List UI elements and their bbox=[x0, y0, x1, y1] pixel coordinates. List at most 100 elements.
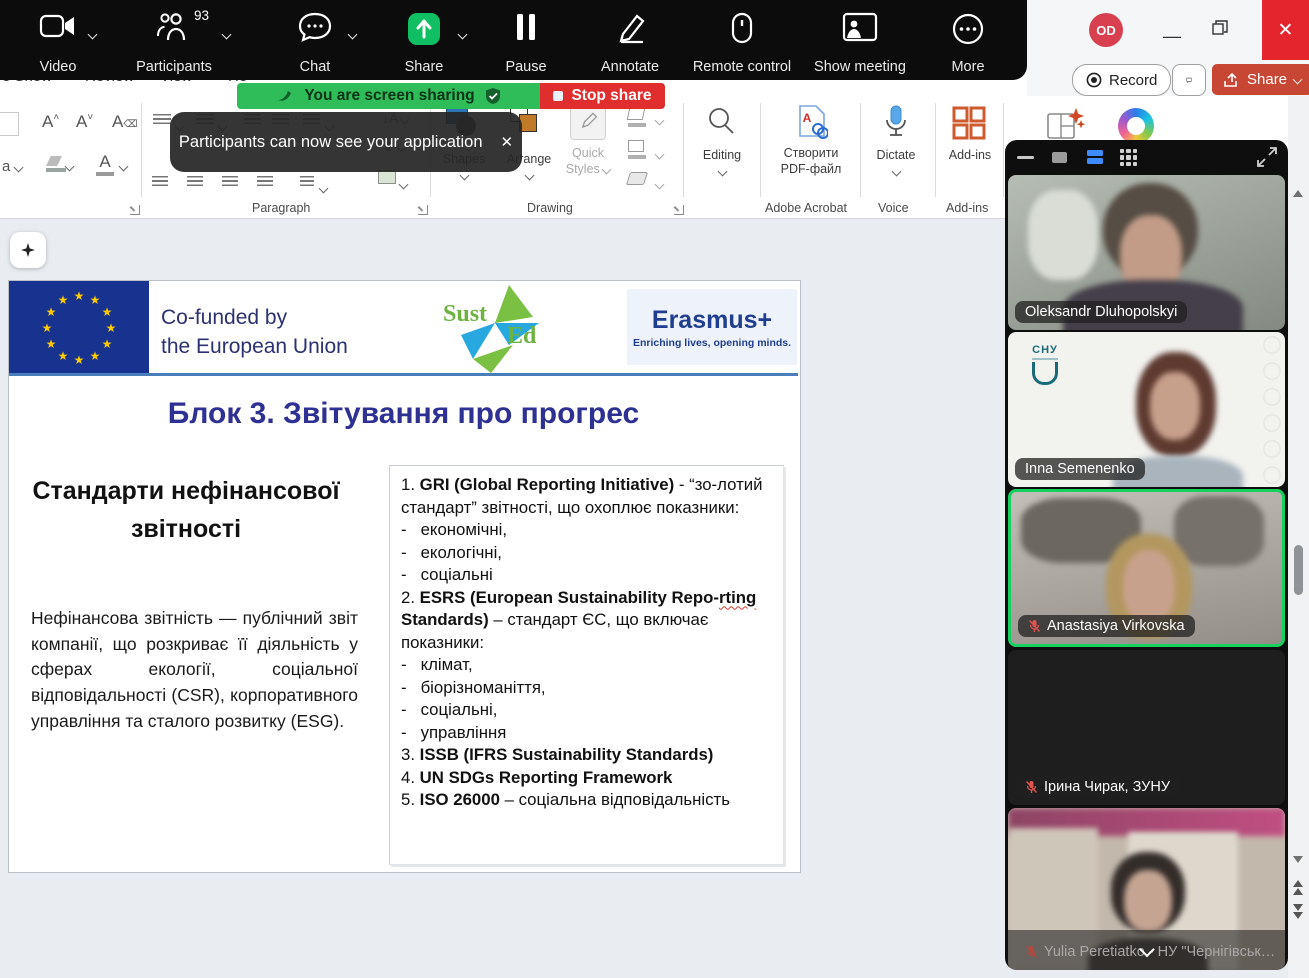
chat-button[interactable]: Chat bbox=[272, 0, 358, 80]
video-button[interactable]: Video bbox=[18, 0, 98, 80]
list-item: - біорізноманіття, bbox=[401, 677, 772, 700]
group-voice: Voice bbox=[878, 201, 909, 215]
font-color-chevron[interactable] bbox=[120, 158, 127, 176]
toast-close-icon[interactable]: ✕ bbox=[501, 133, 514, 151]
svg-text:★: ★ bbox=[102, 337, 113, 351]
slide-title: Блок 3. Звітування про прогрес bbox=[9, 397, 798, 431]
erasmus-logo: Erasmus+ Enriching lives, opening minds. bbox=[627, 289, 797, 365]
clear-formatting-button[interactable]: A⌫ bbox=[112, 112, 137, 132]
video-tile[interactable]: Oleksandr Dluhopolskyi bbox=[1008, 175, 1285, 330]
screen: e Show Review View He A˄ A˅ A⌫ a A ↓A ⇕ … bbox=[0, 0, 1309, 978]
list-item: 1. GRI (Global Reporting Initiative) - “… bbox=[401, 474, 772, 519]
quick-styles-button[interactable]: Quick Styles bbox=[556, 146, 620, 177]
scrollbar-thumb[interactable] bbox=[1294, 545, 1303, 595]
scroll-down-arrow[interactable] bbox=[1293, 856, 1303, 863]
video-camera-icon bbox=[39, 12, 77, 40]
remote-control-button[interactable]: Remote control bbox=[684, 0, 800, 80]
group-addins: Add-ins bbox=[946, 201, 988, 215]
highlight-chevron[interactable] bbox=[66, 158, 73, 176]
show-meeting-button[interactable]: Show meeting bbox=[806, 0, 914, 80]
expand-panel-icon[interactable] bbox=[1256, 146, 1278, 168]
collapse-panel-chevron[interactable] bbox=[1141, 942, 1152, 960]
columns-button[interactable] bbox=[300, 176, 314, 188]
strip-view-icon[interactable] bbox=[1087, 150, 1103, 164]
font-dialog-launcher[interactable] bbox=[130, 205, 140, 215]
shape-fill-chevron[interactable] bbox=[656, 112, 663, 130]
video-tile-camera-off[interactable]: Ірина Чирак, ЗУНУ bbox=[1008, 650, 1285, 805]
shape-outline-chevron[interactable] bbox=[656, 146, 663, 164]
font-size-box[interactable] bbox=[0, 112, 19, 136]
font-color-button[interactable]: A bbox=[96, 152, 114, 176]
scroll-up-arrow[interactable] bbox=[1293, 190, 1303, 197]
speaker-view-icon[interactable] bbox=[1052, 152, 1067, 163]
create-pdf-button[interactable]: Створити PDF-файл bbox=[770, 146, 852, 177]
shape-fill-button[interactable] bbox=[628, 108, 646, 127]
svg-text:★: ★ bbox=[46, 305, 57, 319]
addins-button[interactable]: Add-ins bbox=[944, 148, 996, 164]
dictate-button[interactable]: Dictate bbox=[868, 148, 924, 179]
drawing-dialog-launcher[interactable] bbox=[674, 205, 684, 215]
paragraph-dialog-launcher[interactable] bbox=[418, 205, 428, 215]
office-share-button[interactable]: Share bbox=[1212, 64, 1309, 95]
editing-button[interactable]: Editing bbox=[694, 148, 750, 179]
bullets-button[interactable] bbox=[153, 114, 171, 126]
annotate-button[interactable]: Annotate bbox=[592, 0, 668, 80]
participants-button[interactable]: 93 Participants bbox=[118, 0, 230, 80]
svg-text:★: ★ bbox=[74, 289, 85, 303]
convert-smartart-chevron[interactable] bbox=[400, 176, 407, 194]
video-tile-active[interactable]: Anastasiya Virkovska bbox=[1008, 489, 1285, 647]
divider bbox=[760, 103, 761, 197]
shrink-font-button[interactable]: A˅ bbox=[76, 112, 93, 132]
highlight-color-button[interactable] bbox=[46, 156, 66, 172]
minimize-button[interactable]: — bbox=[1152, 26, 1192, 47]
shape-outline-button[interactable] bbox=[628, 140, 646, 159]
scrollbar[interactable] bbox=[1288, 96, 1309, 978]
grow-font-button[interactable]: A˄ bbox=[42, 112, 59, 132]
copilot-icon[interactable] bbox=[1118, 108, 1154, 144]
pause-icon bbox=[514, 12, 538, 42]
pause-button[interactable]: Pause bbox=[494, 0, 558, 80]
group-paragraph: Paragraph bbox=[252, 201, 310, 215]
participant-name-label: Ірина Чирак, ЗУНУ bbox=[1015, 776, 1180, 798]
columns-chevron[interactable] bbox=[320, 180, 327, 198]
divider bbox=[141, 103, 142, 197]
eu-flag: ★★★ ★★★ ★★★ ★★★ bbox=[9, 281, 149, 373]
slide[interactable]: ★★★ ★★★ ★★★ ★★★ Co-funded bythe European… bbox=[8, 280, 801, 873]
video-tile[interactable]: Yulia Peretiatko - НУ "Чернігівськ… bbox=[1008, 808, 1285, 970]
list-item: - управління bbox=[401, 722, 772, 745]
svg-text:★: ★ bbox=[106, 321, 117, 335]
security-shield-icon[interactable] bbox=[485, 87, 501, 105]
restore-button[interactable] bbox=[1212, 20, 1228, 41]
university-logo: СНУ bbox=[1032, 344, 1058, 387]
change-case-button[interactable]: a bbox=[2, 158, 22, 175]
divider bbox=[935, 103, 936, 197]
show-meeting-icon bbox=[842, 12, 878, 42]
annotate-icon bbox=[613, 12, 647, 44]
align-center-button[interactable] bbox=[187, 176, 203, 188]
svg-text:★: ★ bbox=[90, 293, 101, 307]
shape-effects-chevron[interactable] bbox=[656, 176, 663, 194]
background-blob bbox=[1174, 496, 1264, 566]
align-left-button[interactable] bbox=[152, 176, 168, 188]
video-tile[interactable]: СНУ Inna Semenenko bbox=[1008, 332, 1285, 487]
account-avatar[interactable]: OD bbox=[1089, 13, 1123, 47]
next-slide-button[interactable] bbox=[1293, 904, 1303, 919]
justify-button[interactable] bbox=[257, 176, 273, 188]
panel-minimize-icon[interactable] bbox=[1017, 156, 1034, 159]
convert-smartart-button[interactable] bbox=[378, 170, 396, 184]
list-item: - соціальні bbox=[401, 564, 772, 587]
shape-effects-button[interactable] bbox=[628, 172, 646, 185]
close-button[interactable]: ✕ bbox=[1262, 0, 1309, 60]
stop-share-button[interactable]: Stop share bbox=[540, 83, 665, 109]
more-button[interactable]: More bbox=[936, 0, 1000, 80]
record-button[interactable]: Record bbox=[1072, 64, 1171, 96]
stop-icon bbox=[553, 91, 563, 101]
participant-name-label: Oleksandr Dluhopolskyi bbox=[1015, 301, 1187, 323]
share-screen-button[interactable]: Share bbox=[382, 0, 466, 80]
previous-slide-button[interactable] bbox=[1293, 880, 1303, 895]
designer-sparkle-button[interactable] bbox=[10, 232, 46, 268]
comments-button[interactable] bbox=[1172, 64, 1206, 96]
background-blob bbox=[1028, 190, 1098, 280]
gallery-view-icon[interactable] bbox=[1120, 149, 1137, 166]
align-right-button[interactable] bbox=[222, 176, 238, 188]
